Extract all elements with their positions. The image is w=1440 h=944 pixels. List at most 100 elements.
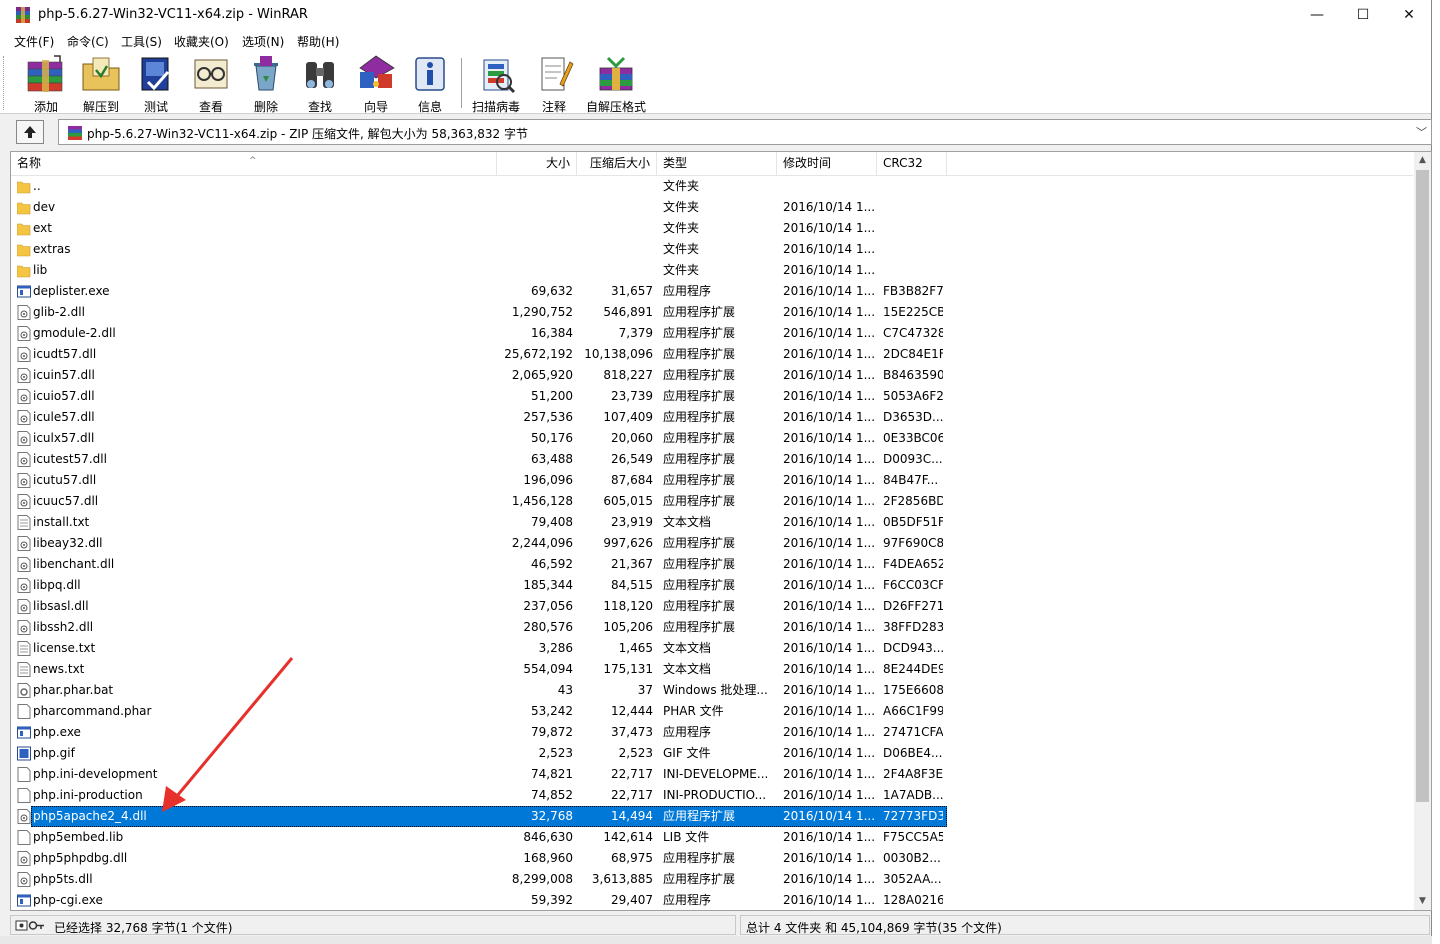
scroll-down-icon[interactable]: ▼	[1414, 893, 1431, 910]
table-row-selected[interactable]: php5apache2_4.dll 32,768 14,494 应用程序扩展 2016/…	[11, 806, 1413, 827]
cell-modified: 2016/10/14 1...	[783, 536, 876, 550]
vertical-scrollbar[interactable]: ▲ ▼	[1414, 152, 1431, 910]
title-bar[interactable]: php-5.6.27-Win32-VC11-x64.zip - WinRAR —…	[0, 0, 1431, 30]
status-selected-text: 已经选择 32,768 字节(1 个文件)	[54, 921, 233, 935]
table-row[interactable]: phar.phar.bat 43 37 Windows 批处理... 2016/10/1…	[11, 680, 1413, 701]
toolbar-wizard-button[interactable]: 向导	[352, 54, 400, 114]
table-row[interactable]: gmodule-2.dll 16,384 7,379 应用程序扩展 2016/10/14…	[11, 323, 1413, 344]
address-path-field[interactable]: php-5.6.27-Win32-VC11-x64.zip - ZIP 压缩文件…	[58, 119, 1432, 145]
address-path-text: php-5.6.27-Win32-VC11-x64.zip - ZIP 压缩文件…	[87, 127, 528, 141]
toolbar-add-button[interactable]: 添加	[22, 54, 70, 114]
cell-name: install.txt	[33, 515, 90, 529]
table-row[interactable]: php.exe 79,872 37,473 应用程序 2016/10/14 1... 27…	[11, 722, 1413, 743]
table-row[interactable]: icuuc57.dll 1,456,128 605,015 应用程序扩展 2016/10…	[11, 491, 1413, 512]
column-header-type[interactable]: 类型	[657, 152, 777, 176]
wizard-icon	[359, 55, 395, 88]
status-selection-panel: 已经选择 32,768 字节(1 个文件)	[10, 915, 736, 935]
toolbar-virus-scan-button[interactable]: 扫描病毒	[470, 54, 522, 114]
table-row[interactable]: license.txt 3,286 1,465 文本文档 2016/10/14 1...…	[11, 638, 1413, 659]
table-row[interactable]: libsasl.dll 237,056 118,120 应用程序扩展 2016/10/1…	[11, 596, 1413, 617]
table-row[interactable]: news.txt 554,094 175,131 文本文档 2016/10/14 1..…	[11, 659, 1413, 680]
menu-options[interactable]: 选项(N)	[242, 33, 284, 50]
file-list[interactable]: 名称 ^ 大小 压缩后大小 类型 修改时间 CRC32 .. 文件夹 dev 文件夹 2…	[10, 151, 1432, 911]
table-row[interactable]: dev 文件夹 2016/10/14 1...	[11, 197, 1413, 218]
menu-commands[interactable]: 命令(C)	[67, 33, 109, 50]
column-header-modified[interactable]: 修改时间	[777, 152, 877, 176]
cell-name: news.txt	[33, 662, 85, 676]
toolbar-label: 向导	[363, 100, 388, 114]
cell-packed: 107,409	[603, 410, 653, 424]
chevron-down-icon[interactable]: ﹀	[1416, 124, 1427, 140]
table-row[interactable]: php.ini-development 74,821 22,717 INI-DEVEL…	[11, 764, 1413, 785]
toolbar-sfx-button[interactable]: 自解压格式	[584, 54, 648, 114]
cell-name: license.txt	[33, 641, 96, 655]
file-rows: .. 文件夹 dev 文件夹 2016/10/14 1... ext 文件夹 2016/10/…	[11, 176, 1413, 910]
table-row[interactable]: deplister.exe 69,632 31,657 应用程序 2016/10/14 …	[11, 281, 1413, 302]
cell-crc: 2F2856BD	[883, 494, 943, 508]
table-row[interactable]: pharcommand.phar 53,242 12,444 PHAR 文件 2016/…	[11, 701, 1413, 722]
close-button[interactable]: ✕	[1386, 0, 1432, 30]
table-row[interactable]: libeay32.dll 2,244,096 997,626 应用程序扩展 2016/1…	[11, 533, 1413, 554]
table-row[interactable]: libpq.dll 185,344 84,515 应用程序扩展 2016/10/14 1…	[11, 575, 1413, 596]
table-row[interactable]: icuin57.dll 2,065,920 818,227 应用程序扩展 2016/10…	[11, 365, 1413, 386]
maximize-button[interactable]: ☐	[1340, 0, 1386, 30]
scroll-up-icon[interactable]: ▲	[1414, 152, 1431, 169]
column-header-size[interactable]: 大小	[497, 152, 577, 176]
table-row[interactable]: extras 文件夹 2016/10/14 1...	[11, 239, 1413, 260]
cell-modified: 2016/10/14 1...	[783, 221, 876, 235]
cell-type: 文件夹	[663, 263, 700, 277]
table-row[interactable]: php-cgi.exe 59,392 29,407 应用程序 2016/10/14 1.…	[11, 890, 1413, 910]
table-row[interactable]: libssh2.dll 280,576 105,206 应用程序扩展 2016/10/1…	[11, 617, 1413, 638]
toolbar-find-button[interactable]: 查找	[298, 54, 342, 114]
table-row[interactable]: php.gif 2,523 2,523 GIF 文件 2016/10/14 1... D0…	[11, 743, 1413, 764]
table-row[interactable]: icutest57.dll 63,488 26,549 应用程序扩展 2016/10/1…	[11, 449, 1413, 470]
table-row[interactable]: lib 文件夹 2016/10/14 1...	[11, 260, 1413, 281]
cell-name: icuuc57.dll	[33, 494, 99, 508]
table-row[interactable]: php5embed.lib 846,630 142,614 LIB 文件 2016/10…	[11, 827, 1413, 848]
up-folder-button[interactable]	[16, 120, 44, 144]
menu-help[interactable]: 帮助(H)	[297, 33, 339, 50]
table-row[interactable]: .. 文件夹	[11, 176, 1413, 197]
cell-size: 50,176	[531, 431, 573, 445]
table-row[interactable]: icudt57.dll 25,672,192 10,138,096 应用程序扩展 201…	[11, 344, 1413, 365]
menu-tools[interactable]: 工具(S)	[121, 33, 162, 50]
cell-packed: 21,367	[611, 557, 653, 571]
column-header-packed[interactable]: 压缩后大小	[577, 152, 657, 176]
table-row[interactable]: php5ts.dll 8,299,008 3,613,885 应用程序扩展 2016/1…	[11, 869, 1413, 890]
table-row[interactable]: icutu57.dll 196,096 87,684 应用程序扩展 2016/10/14…	[11, 470, 1413, 491]
cell-packed: 37	[637, 683, 653, 697]
toolbar-view-button[interactable]: 查看	[188, 54, 234, 114]
table-row[interactable]: libenchant.dll 46,592 21,367 应用程序扩展 2016/10/…	[11, 554, 1413, 575]
cell-modified: 2016/10/14 1...	[783, 347, 876, 361]
column-header-crc[interactable]: CRC32	[877, 152, 947, 176]
table-row[interactable]: php.ini-production 74,852 22,717 INI-PRODUC…	[11, 785, 1413, 806]
menu-file[interactable]: 文件(F)	[14, 33, 54, 50]
column-header-name[interactable]: 名称 ^	[11, 152, 497, 176]
scrollbar-thumb[interactable]	[1416, 170, 1429, 802]
toolbar-label: 测试	[143, 100, 168, 114]
exe-file-icon	[17, 726, 31, 739]
menu-favorites[interactable]: 收藏夹(O)	[174, 33, 229, 50]
cell-size: 2,065,920	[511, 368, 573, 382]
table-row[interactable]: install.txt 79,408 23,919 文本文档 2016/10/14 1.…	[11, 512, 1413, 533]
table-row[interactable]: php5phpdbg.dll 168,960 68,975 应用程序扩展 2016/10…	[11, 848, 1413, 869]
minimize-button[interactable]: —	[1294, 0, 1340, 30]
table-row[interactable]: icuio57.dll 51,200 23,739 应用程序扩展 2016/10/14 …	[11, 386, 1413, 407]
cell-type: 应用程序扩展	[663, 851, 736, 865]
generic-file-icon	[17, 830, 31, 845]
dll-file-icon	[17, 347, 31, 362]
table-row[interactable]: glib-2.dll 1,290,752 546,891 应用程序扩展 2016/10/…	[11, 302, 1413, 323]
key-lock-icon	[15, 920, 44, 931]
toolbar-comment-button[interactable]: 注释	[532, 54, 576, 114]
table-row[interactable]: icule57.dll 257,536 107,409 应用程序扩展 2016/10/1…	[11, 407, 1413, 428]
cell-name: ext	[33, 221, 52, 235]
table-row[interactable]: ext 文件夹 2016/10/14 1...	[11, 218, 1413, 239]
toolbar-info-button[interactable]: 信息	[408, 54, 452, 114]
table-row[interactable]: iculx57.dll 50,176 20,060 应用程序扩展 2016/10/14 …	[11, 428, 1413, 449]
toolbar-test-button[interactable]: 测试	[134, 54, 178, 114]
dll-file-icon	[17, 431, 31, 446]
cell-size	[497, 218, 573, 239]
toolbar-separator	[461, 58, 462, 108]
toolbar-delete-button[interactable]: 删除	[244, 54, 288, 114]
toolbar-extract-button[interactable]: 解压到	[78, 54, 124, 114]
